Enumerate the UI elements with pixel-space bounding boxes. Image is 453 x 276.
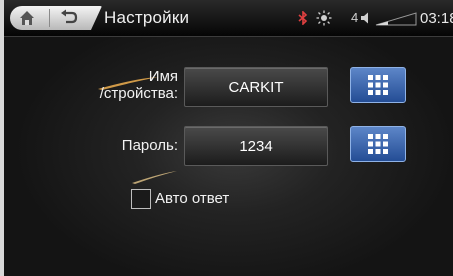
signal-icon [374,12,418,26]
home-icon[interactable] [18,9,36,27]
keypad-grid-icon [368,134,388,154]
device-name-label: Имя /стройства: [99,68,178,102]
sun-icon [316,10,332,26]
password-keyboard-button[interactable] [350,126,406,162]
bezel-edge [0,0,4,276]
password-field[interactable]: 1234 [184,126,328,166]
device-name-field[interactable]: CARKIT [184,67,328,107]
bluetooth-icon [297,10,309,26]
device-name-keyboard-button[interactable] [350,67,406,103]
clock: 03:18 [420,10,453,27]
password-label: Пароль: [121,137,178,154]
label-glow-decoration [132,171,177,184]
keypad-grid-icon [368,75,388,95]
nav-divider [49,9,50,27]
back-icon[interactable] [60,9,78,27]
auto-answer-label[interactable]: Авто ответ [155,190,229,207]
signal-number: 4 [351,10,359,25]
settings-screen: Настройки 4 03:1 Имя /стройства: CARKIT … [0,0,453,276]
top-bar: Настройки 4 03:1 [4,0,453,37]
speaker-icon [360,11,372,25]
page-title: Настройки [104,8,190,27]
auto-answer-checkbox[interactable] [131,189,151,209]
